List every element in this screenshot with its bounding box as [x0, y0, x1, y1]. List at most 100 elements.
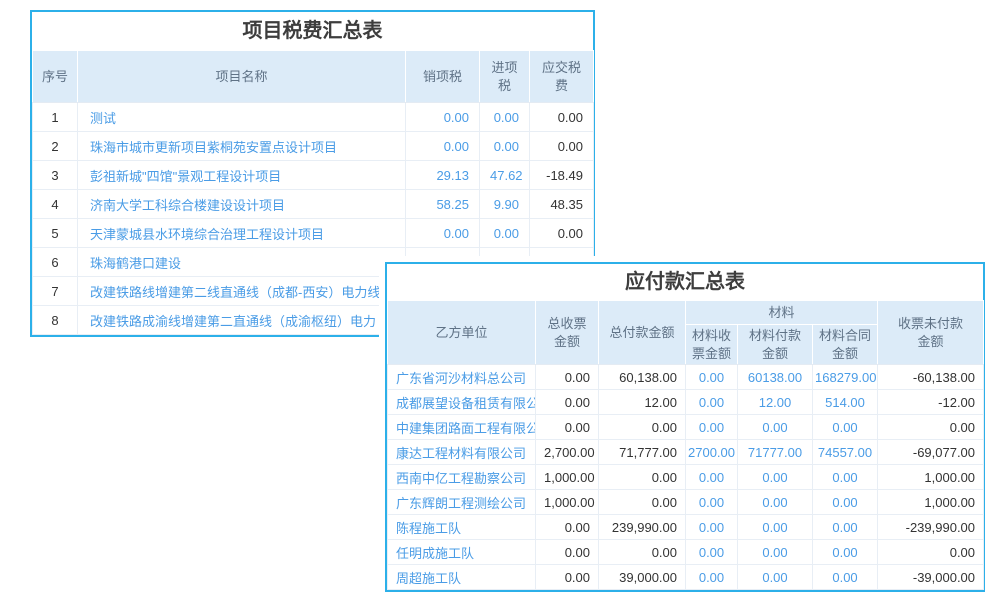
col-header-tax-payable: 应交税 费: [530, 51, 594, 103]
total-payment-value: 12.00: [599, 390, 686, 415]
material-contract-value[interactable]: 168279.00: [813, 365, 878, 390]
company-name-link[interactable]: 西南中亿工程勘察公司: [388, 465, 536, 490]
tax-table-header: 序号 项目名称 销项税 进项 税 应交税 费: [33, 51, 594, 103]
company-name-link[interactable]: 周超施工队: [388, 565, 536, 590]
col-header-invoiced-unpaid: 收票未付款 金额: [878, 301, 984, 365]
invoiced-unpaid-value: 0.00: [878, 415, 984, 440]
material-payment-value[interactable]: 12.00: [738, 390, 813, 415]
material-payment-value[interactable]: 0.00: [738, 540, 813, 565]
company-name-link[interactable]: 中建集团路面工程有限公司: [388, 415, 536, 440]
material-contract-value[interactable]: 74557.00: [813, 440, 878, 465]
table-row: 西南中亿工程勘察公司1,000.000.000.000.000.001,000.…: [388, 465, 984, 490]
col-header-total-invoice: 总收票 金额: [536, 301, 599, 365]
total-payment-value: 0.00: [599, 465, 686, 490]
company-name-link[interactable]: 广东省河沙材料总公司: [388, 365, 536, 390]
input-tax-value[interactable]: 9.90: [480, 190, 530, 219]
material-invoice-value[interactable]: 0.00: [686, 490, 738, 515]
material-payment-value[interactable]: 0.00: [738, 565, 813, 590]
project-name-link[interactable]: 珠海市城市更新项目紫桐苑安置点设计项目: [78, 132, 406, 161]
material-contract-value[interactable]: 0.00: [813, 490, 878, 515]
material-contract-value[interactable]: 0.00: [813, 515, 878, 540]
company-name-link[interactable]: 任明成施工队: [388, 540, 536, 565]
input-tax-value[interactable]: 0.00: [480, 132, 530, 161]
invoiced-unpaid-value: -69,077.00: [878, 440, 984, 465]
total-payment-value: 0.00: [599, 540, 686, 565]
col-header-material-contract: 材料合同 金额: [813, 325, 878, 365]
invoiced-unpaid-value: 1,000.00: [878, 465, 984, 490]
output-tax-value[interactable]: 0.00: [406, 219, 480, 248]
payables-table-header: 乙方单位 总收票 金额 总付款金额 材料 收票未付款 金额 材料收 票金额 材料…: [388, 301, 984, 365]
seq-cell: 2: [33, 132, 78, 161]
material-payment-value[interactable]: 0.00: [738, 490, 813, 515]
project-name-link[interactable]: 济南大学工科综合楼建设设计项目: [78, 190, 406, 219]
material-invoice-value[interactable]: 0.00: [686, 540, 738, 565]
seq-cell: 5: [33, 219, 78, 248]
tax-table-title: 项目税费汇总表: [32, 12, 593, 50]
material-invoice-value[interactable]: 0.00: [686, 565, 738, 590]
material-invoice-value[interactable]: 2700.00: [686, 440, 738, 465]
tax-payable-value: 0.00: [530, 132, 594, 161]
material-payment-value[interactable]: 0.00: [738, 515, 813, 540]
input-tax-value[interactable]: 0.00: [480, 219, 530, 248]
material-invoice-value[interactable]: 0.00: [686, 515, 738, 540]
output-tax-value[interactable]: 29.13: [406, 161, 480, 190]
material-invoice-value[interactable]: 0.00: [686, 390, 738, 415]
invoiced-unpaid-value: 0.00: [878, 540, 984, 565]
material-contract-value[interactable]: 0.00: [813, 465, 878, 490]
table-row: 成都展望设备租赁有限公司0.0012.000.0012.00514.00-12.…: [388, 390, 984, 415]
project-name-link[interactable]: 彭祖新城"四馆"景观工程设计项目: [78, 161, 406, 190]
material-contract-value[interactable]: 0.00: [813, 565, 878, 590]
material-payment-value[interactable]: 0.00: [738, 415, 813, 440]
invoiced-unpaid-value: -239,990.00: [878, 515, 984, 540]
total-invoice-value: 0.00: [536, 515, 599, 540]
company-name-link[interactable]: 陈程施工队: [388, 515, 536, 540]
material-payment-value[interactable]: 71777.00: [738, 440, 813, 465]
material-invoice-value[interactable]: 0.00: [686, 415, 738, 440]
company-name-link[interactable]: 成都展望设备租赁有限公司: [388, 390, 536, 415]
table-row: 广东辉朗工程测绘公司1,000.000.000.000.000.001,000.…: [388, 490, 984, 515]
table-row: 5天津蒙城县水环境综合治理工程设计项目0.000.000.00: [33, 219, 594, 248]
material-payment-value[interactable]: 60138.00: [738, 365, 813, 390]
total-invoice-value: 0.00: [536, 365, 599, 390]
company-name-link[interactable]: 广东辉朗工程测绘公司: [388, 490, 536, 515]
col-header-material-invoice: 材料收 票金额: [686, 325, 738, 365]
table-row: 陈程施工队0.00239,990.000.000.000.00-239,990.…: [388, 515, 984, 540]
tax-payable-value: 0.00: [530, 103, 594, 132]
total-invoice-value: 0.00: [536, 540, 599, 565]
company-name-link[interactable]: 康达工程材料有限公司: [388, 440, 536, 465]
table-row: 1测试0.000.000.00: [33, 103, 594, 132]
material-contract-value[interactable]: 0.00: [813, 540, 878, 565]
output-tax-value[interactable]: 58.25: [406, 190, 480, 219]
total-payment-value: 71,777.00: [599, 440, 686, 465]
material-payment-value[interactable]: 0.00: [738, 465, 813, 490]
project-name-link[interactable]: 改建铁路成渝线增建第二直通线（成渝枢纽）电力: [78, 306, 406, 335]
input-tax-value[interactable]: 0.00: [480, 103, 530, 132]
project-name-link[interactable]: 测试: [78, 103, 406, 132]
project-name-link[interactable]: 天津蒙城县水环境综合治理工程设计项目: [78, 219, 406, 248]
project-name-link[interactable]: 改建铁路线增建第二线直通线（成都-西安）电力线: [78, 277, 406, 306]
project-name-link[interactable]: 珠海鹤港口建设: [78, 248, 406, 277]
total-invoice-value: 0.00: [536, 565, 599, 590]
total-payment-value: 239,990.00: [599, 515, 686, 540]
input-tax-value[interactable]: 47.62: [480, 161, 530, 190]
table-row: 3彭祖新城"四馆"景观工程设计项目29.1347.62-18.49: [33, 161, 594, 190]
payables-table-body: 广东省河沙材料总公司0.0060,138.000.0060138.0016827…: [388, 365, 984, 590]
seq-cell: 4: [33, 190, 78, 219]
material-invoice-value[interactable]: 0.00: [686, 365, 738, 390]
output-tax-value[interactable]: 0.00: [406, 132, 480, 161]
invoiced-unpaid-value: -12.00: [878, 390, 984, 415]
total-invoice-value: 0.00: [536, 390, 599, 415]
output-tax-value[interactable]: 0.00: [406, 103, 480, 132]
total-invoice-value: 0.00: [536, 415, 599, 440]
material-contract-value[interactable]: 514.00: [813, 390, 878, 415]
tax-payable-value: 0.00: [530, 219, 594, 248]
table-row: 任明成施工队0.000.000.000.000.000.00: [388, 540, 984, 565]
total-invoice-value: 2,700.00: [536, 440, 599, 465]
col-header-material-payment: 材料付款 金额: [738, 325, 813, 365]
material-contract-value[interactable]: 0.00: [813, 415, 878, 440]
material-invoice-value[interactable]: 0.00: [686, 465, 738, 490]
invoiced-unpaid-value: -60,138.00: [878, 365, 984, 390]
col-header-material-group: 材料: [686, 301, 878, 325]
col-header-seq: 序号: [33, 51, 78, 103]
invoiced-unpaid-value: 1,000.00: [878, 490, 984, 515]
